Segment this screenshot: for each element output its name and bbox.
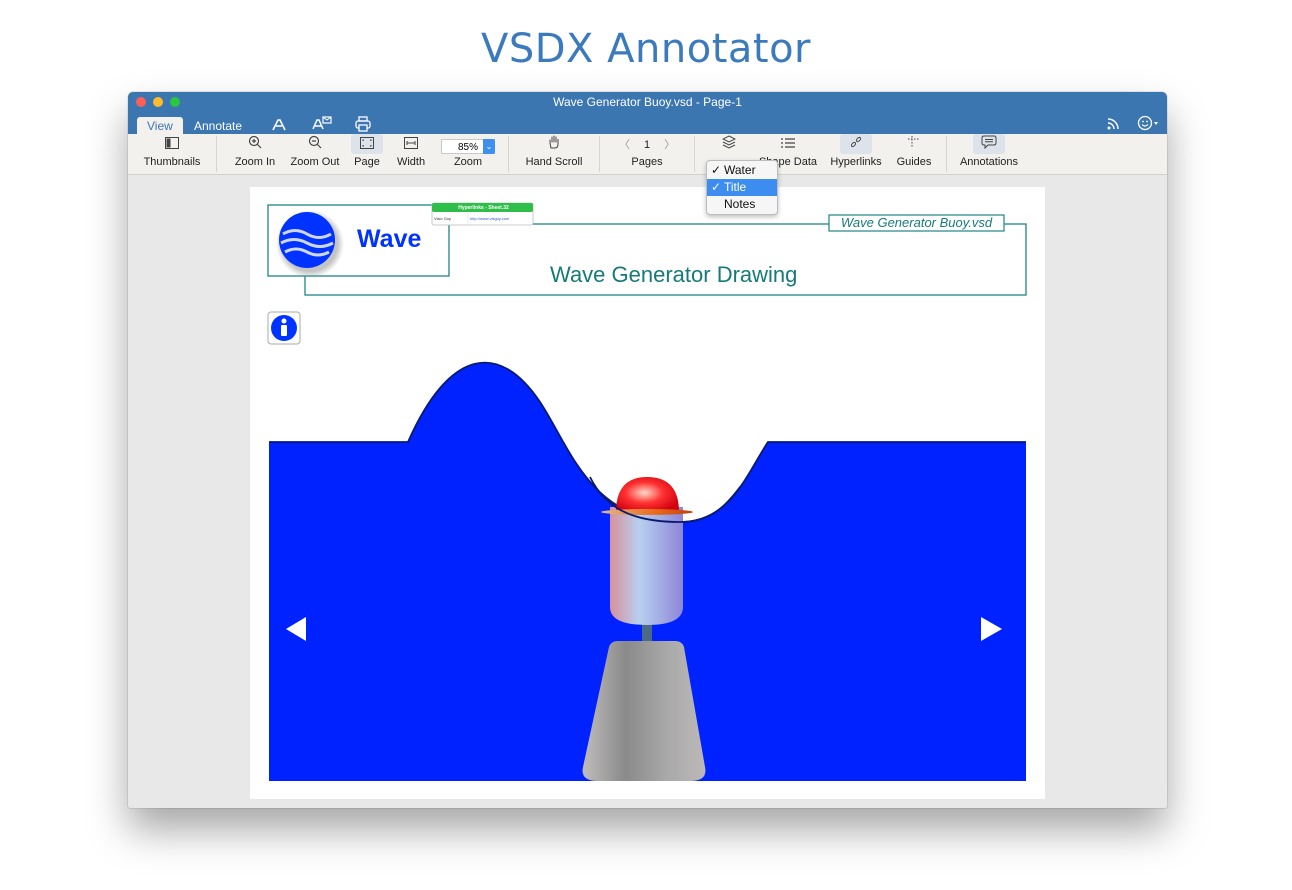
hand-icon [523,134,585,154]
hyperlinks-label: Hyperlinks [830,156,882,168]
layer-label: Water [724,163,756,177]
app-window: Wave Generator Buoy.vsd - Page-1 View An… [128,92,1167,808]
fit-width-button[interactable]: Width [392,134,430,174]
hyperlink-name: Visio Guy [434,216,452,221]
fit-page-button[interactable]: Page [350,134,384,174]
checkmark-icon: ✓ [711,180,722,194]
toolbar-separator [508,136,509,172]
fit-width-label: Width [396,156,426,168]
title-bar: Wave Generator Buoy.vsd - Page-1 View An… [128,92,1167,135]
zoom-out-label: Zoom Out [290,156,340,168]
hero-title: VSDX Annotator [480,26,811,72]
zoom-in-button[interactable]: Zoom In [231,134,279,174]
toolbar-separator [216,136,217,172]
toolbar-separator [599,136,600,172]
pages-group: 〈 1 〉 Pages [614,134,680,174]
window-title: Wave Generator Buoy.vsd - Page-1 [553,95,742,109]
zoom-in-label: Zoom In [234,156,276,168]
fit-page-icon [351,134,383,154]
layer-item-notes[interactable]: Notes [707,196,777,213]
thumbnails-label: Thumbnails [143,156,201,168]
guides-label: Guides [896,156,932,168]
acrobat-mail-icon[interactable] [311,115,333,134]
info-icon[interactable] [267,311,301,345]
pages-label: Pages [631,156,663,168]
zoom-out-button[interactable]: Zoom Out [289,134,341,174]
file-name-label: Wave Generator Buoy.vsd [840,215,993,230]
annotations-button[interactable]: Annotations [958,134,1020,174]
zoom-label: Zoom [453,156,483,168]
hyperlink-popup-header: Hyperlinks - Sheet.32 [458,205,509,211]
drawing-canvas[interactable]: Wave Hyperlinks - Sheet.32 Visio Guy htt… [250,187,1045,799]
link-icon [840,134,872,154]
hyperlink-url[interactable]: http://www.visguy.com [470,214,509,224]
layers-icon [712,134,746,154]
guides-icon [894,134,934,154]
next-page-chevron-icon[interactable]: 〉 [664,139,675,151]
layer-item-water[interactable]: ✓ Water [707,162,777,179]
zoom-in-icon [231,134,279,154]
smiley-account-icon[interactable] [1137,115,1161,134]
layer-label: Notes [724,197,756,211]
layer-label: Title [724,180,747,194]
guides-button[interactable]: Guides [894,134,934,174]
print-icon[interactable] [355,116,371,135]
layers-menu: ✓ Water ✓ Title Notes [706,160,778,215]
annotations-label: Annotations [959,156,1019,168]
fit-width-icon [392,134,430,154]
acrobat-icon[interactable] [271,116,287,135]
thumbnails-icon [140,134,204,154]
hyperlinks-button[interactable]: Hyperlinks [828,134,884,174]
tab-annotate[interactable]: Annotate [184,117,252,135]
prev-page-chevron-icon[interactable]: 〈 [619,139,630,151]
logo-text: Wave [357,225,422,253]
toolbar-separator [694,136,695,172]
checkmark-icon: ✓ [711,163,722,177]
hand-scroll-button[interactable]: Hand Scroll [523,134,585,174]
fit-page-label: Page [354,156,380,168]
tab-view[interactable]: View [137,117,183,135]
drawing-title: Wave Generator Drawing [550,262,798,287]
comment-icon [973,134,1005,154]
hand-scroll-label: Hand Scroll [525,156,583,168]
thumbnails-button[interactable]: Thumbnails [140,134,204,174]
page-number[interactable]: 1 [644,139,650,151]
wave-logo-icon [279,212,335,268]
zoom-out-icon [289,134,341,154]
toolbar-separator [946,136,947,172]
zoom-label-group: Zoom [441,134,495,174]
toolbar: Thumbnails Zoom In Zoom Out Page Width 8… [128,134,1167,175]
rss-icon[interactable] [1106,117,1120,134]
layer-item-title[interactable]: ✓ Title [707,179,777,196]
list-icon [758,134,818,154]
